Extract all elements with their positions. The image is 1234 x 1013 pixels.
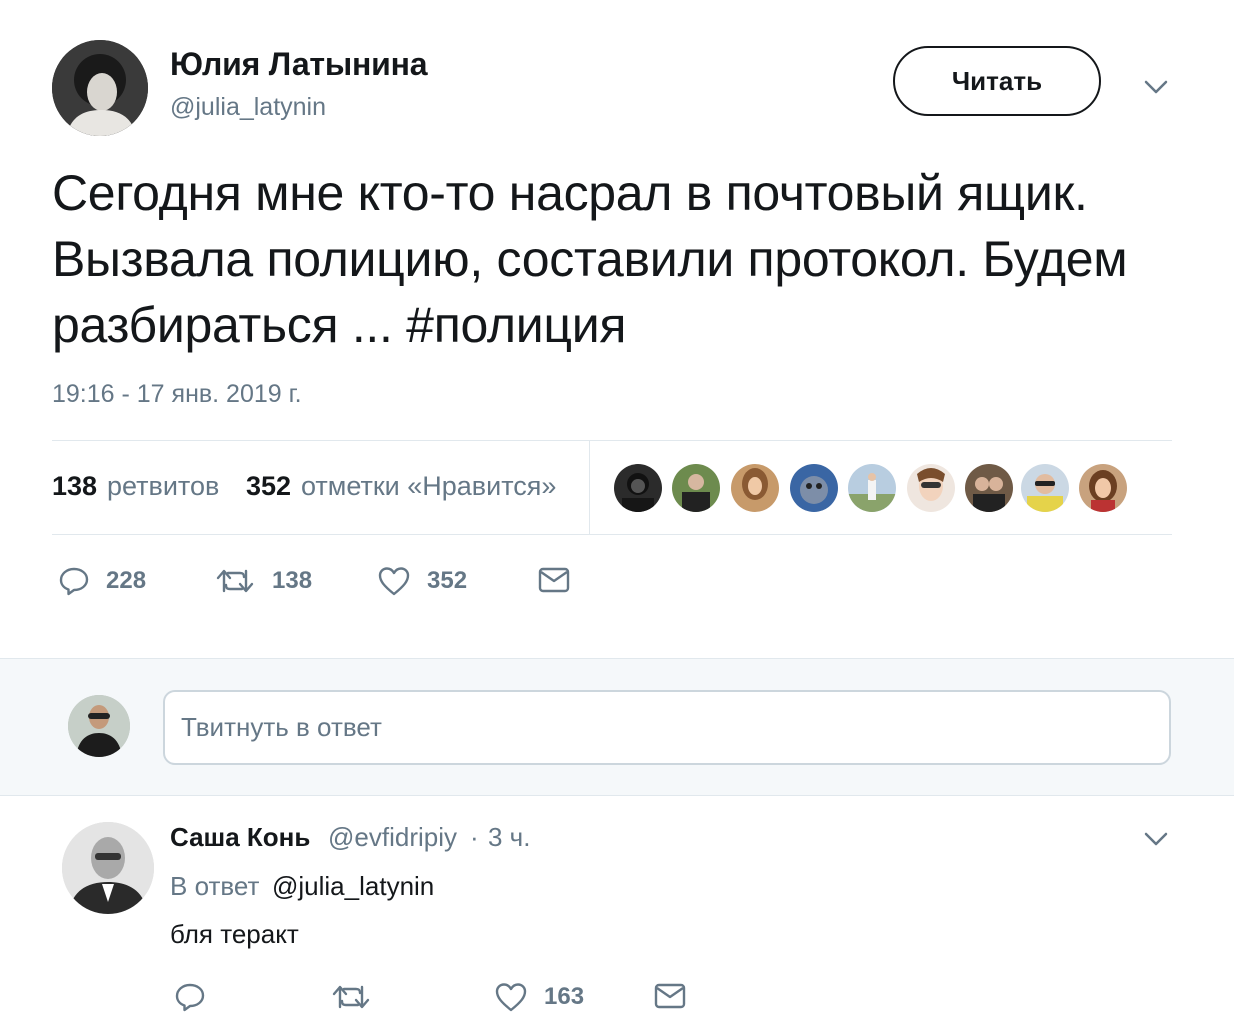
stats-divider: [589, 441, 590, 534]
follow-button[interactable]: Читать: [893, 46, 1101, 116]
retweet-count: 138: [272, 567, 313, 594]
like-icon: [377, 565, 411, 597]
tweet-timestamp[interactable]: 19:16 - 17 янв. 2019 г.: [52, 380, 302, 409]
reply-count: 228: [106, 567, 147, 594]
retweet-icon: [330, 981, 372, 1013]
liker-avatar[interactable]: [965, 464, 1013, 512]
message-action[interactable]: [538, 565, 570, 595]
replying-to-handle[interactable]: @julia_latynin: [272, 871, 434, 902]
replying-to-label: В ответ: [170, 871, 260, 901]
liker-avatar[interactable]: [790, 464, 838, 512]
author-avatar[interactable]: [52, 40, 148, 136]
reply-author-name[interactable]: Саша Конь: [170, 822, 310, 853]
divider: [52, 534, 1172, 535]
likes-label[interactable]: отметки «Нравится»: [301, 471, 556, 502]
retweet-icon: [214, 565, 256, 597]
liker-avatar[interactable]: [848, 464, 896, 512]
like-count: 163: [544, 983, 585, 1010]
retweet-action[interactable]: 138: [214, 565, 312, 597]
reply-author-avatar[interactable]: [62, 822, 154, 914]
chevron-down-icon[interactable]: [1141, 824, 1171, 854]
reply-icon: [174, 981, 206, 1013]
reply-text: бля теракт: [170, 919, 299, 949]
tweet-text: Сегодня мне кто-то насрал в почтовый ящи…: [52, 165, 1128, 353]
reply-author-handle[interactable]: @evfidripiy: [328, 822, 457, 853]
reply-action[interactable]: [174, 981, 222, 1013]
liker-avatar[interactable]: [731, 464, 779, 512]
retweet-action[interactable]: [330, 981, 388, 1013]
like-count: 352: [427, 567, 468, 594]
retweets-count[interactable]: 138: [52, 471, 97, 502]
likes-count[interactable]: 352: [246, 471, 291, 502]
author-handle[interactable]: @julia_latynin: [170, 93, 326, 122]
separator: ·: [470, 822, 479, 852]
retweets-label[interactable]: ретвитов: [107, 471, 219, 502]
divider: [52, 440, 1172, 441]
current-user-avatar[interactable]: [68, 695, 130, 757]
reply-icon: [58, 565, 90, 597]
liker-avatar[interactable]: [672, 464, 720, 512]
message-icon: [654, 981, 686, 1011]
liker-avatar[interactable]: [1079, 464, 1127, 512]
liker-avatar[interactable]: [1021, 464, 1069, 512]
reply-time[interactable]: 3 ч.: [488, 822, 530, 853]
message-action[interactable]: [654, 981, 686, 1011]
like-action[interactable]: 163: [494, 981, 584, 1013]
like-icon: [494, 981, 528, 1013]
like-action[interactable]: 352: [377, 565, 467, 597]
reply-action[interactable]: 228: [58, 565, 146, 597]
message-icon: [538, 565, 570, 595]
chevron-down-icon[interactable]: [1141, 72, 1171, 102]
liker-avatar[interactable]: [907, 464, 955, 512]
author-name[interactable]: Юлия Латынина: [170, 46, 428, 83]
reply-input[interactable]: [163, 690, 1171, 765]
liker-avatar[interactable]: [614, 464, 662, 512]
